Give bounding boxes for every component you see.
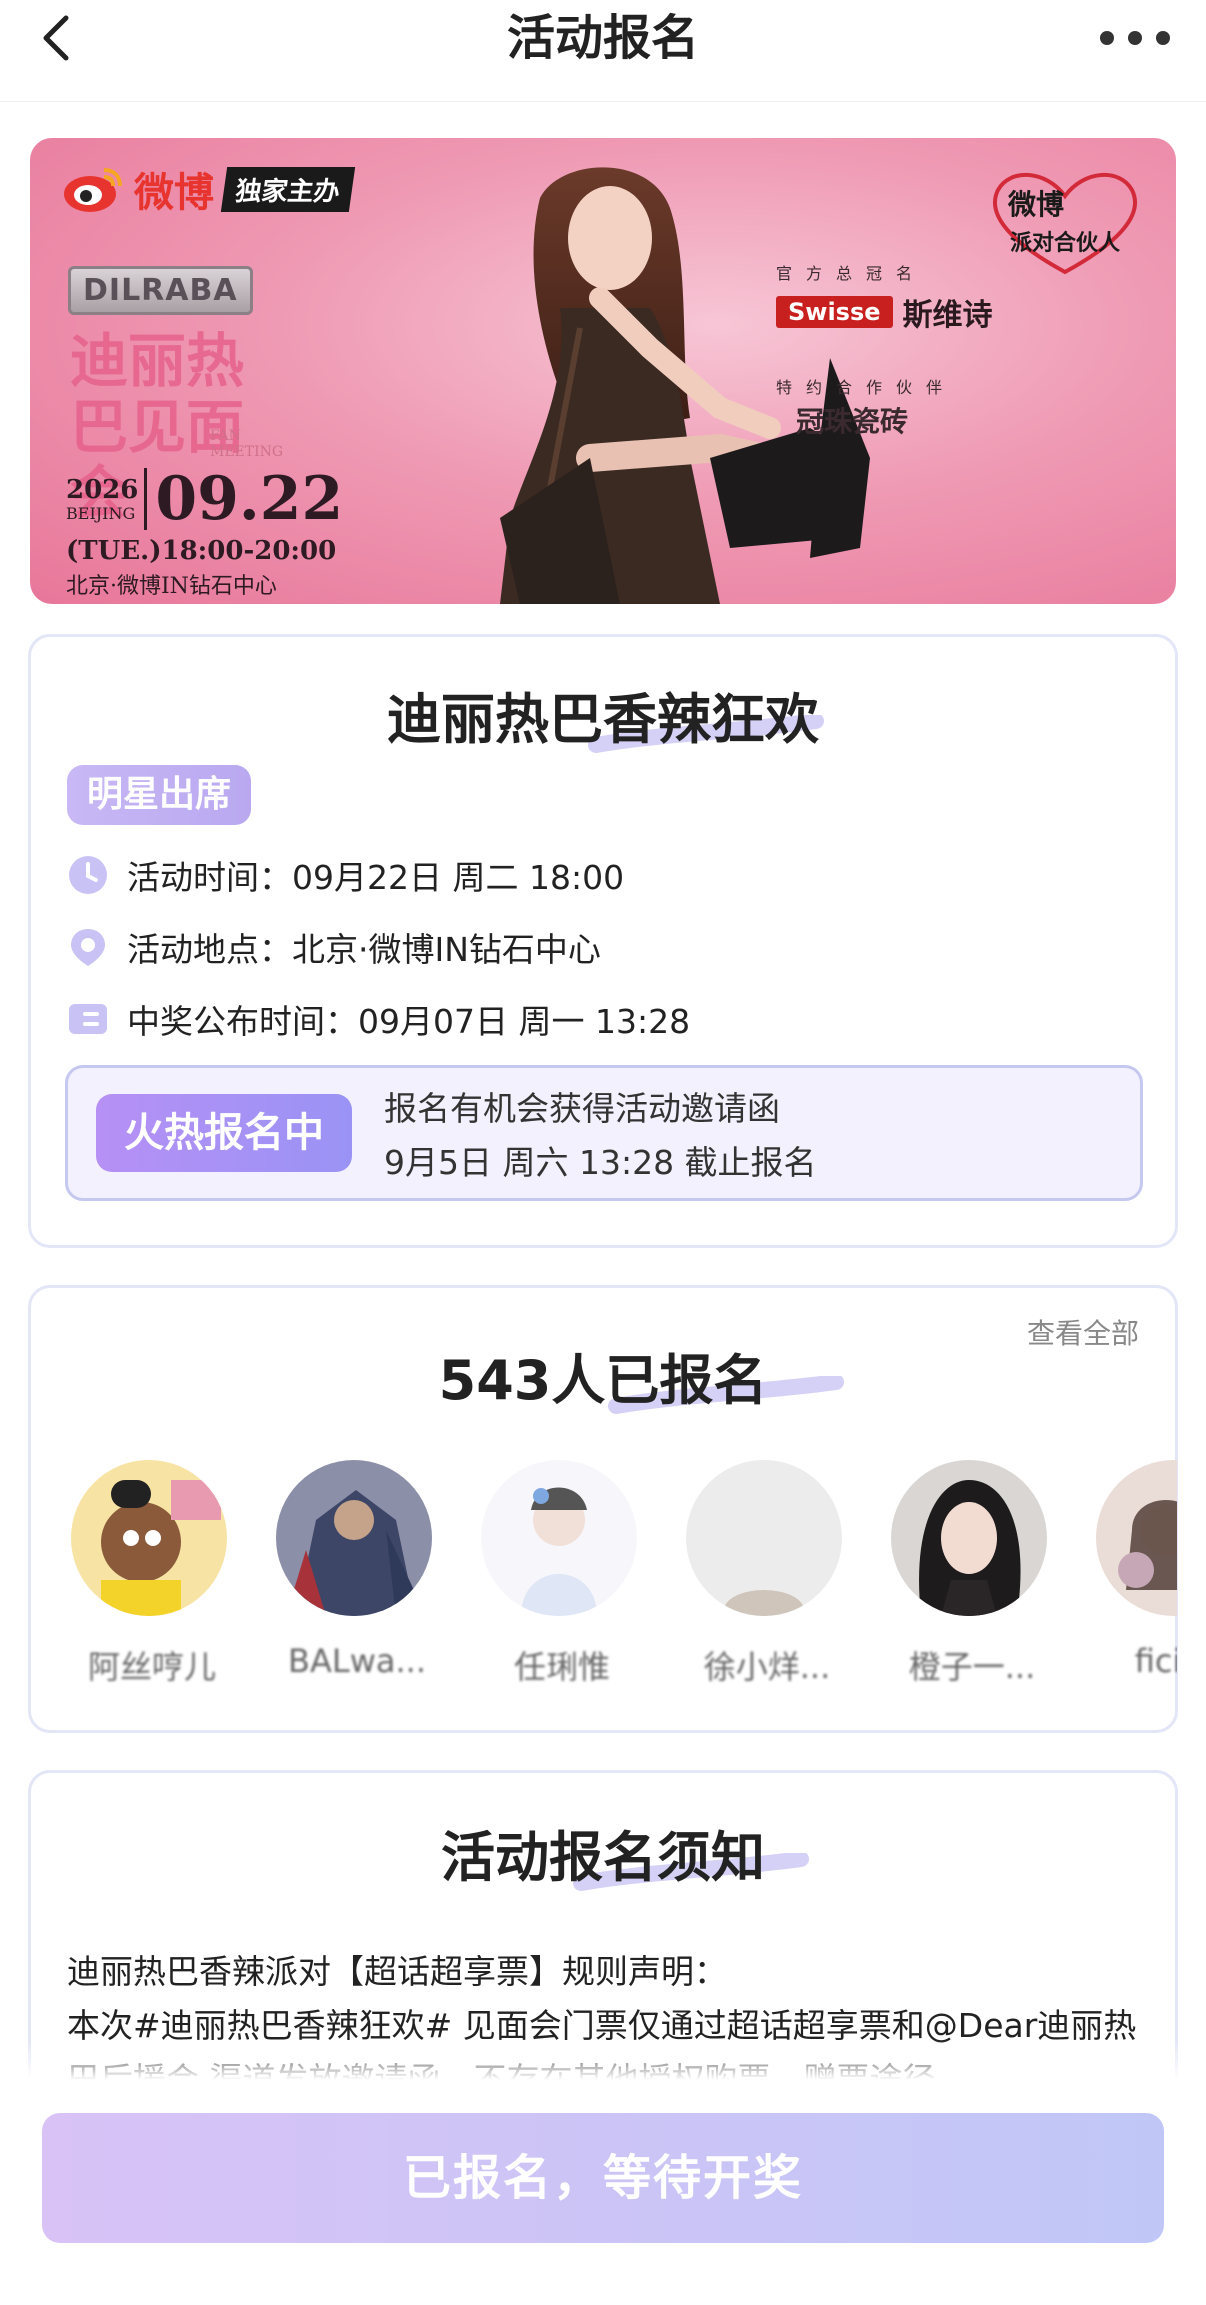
signup-status-line1: 报名有机会获得活动邀请函: [384, 1089, 780, 1128]
fan-meeting-subtitle: FAN MEETING: [210, 428, 284, 460]
avatar[interactable]: [1096, 1460, 1177, 1616]
artist-logo: DILRABA: [68, 266, 253, 315]
location-pin-icon: [71, 929, 105, 966]
event-time-row: 活动时间：09月22日 周二 18:00: [67, 851, 624, 899]
avatar[interactable]: [276, 1460, 432, 1616]
clock-icon: [69, 856, 107, 894]
event-date-block: 2026 BEIJING 09.22: [66, 468, 343, 530]
event-title-text: 迪丽热巴香辣狂欢: [387, 688, 819, 751]
signup-status-text: 报名有机会获得活动邀请函 9月5日 周六 13:28 截止报名: [384, 1082, 817, 1190]
user-avatar-item[interactable]: 橙子一...: [887, 1460, 1057, 1688]
sponsor-label: 官方总冠名: [776, 264, 927, 283]
notice-line: 迪丽热巴香辣派对【超话超享票】规则声明：: [67, 1952, 727, 1991]
user-avatar-item[interactable]: 阿丝哼儿: [67, 1460, 237, 1688]
event-info-card: 迪丽热巴香辣狂欢 明星出席 活动时间：09月22日 周二 18:00 活动地点：…: [28, 634, 1178, 1248]
swisse-cn-name: 斯维诗: [902, 298, 993, 333]
event-title: 迪丽热巴香辣狂欢: [31, 675, 1175, 753]
avatar[interactable]: [686, 1460, 842, 1616]
exclusive-host-label: 独家主办: [220, 166, 356, 212]
user-name: 任琍惟: [513, 1648, 610, 1686]
svg-text:微博: 微博: [1007, 188, 1064, 221]
signups-title: 543人已报名: [31, 1336, 1175, 1414]
event-venue: 北京·微博IN钻石中心: [66, 574, 277, 599]
result-time-row: 中奖公布时间：09月07日 周一 13:28: [67, 995, 690, 1043]
top-nav-bar: 活动报名: [0, 0, 1206, 102]
avatar[interactable]: [481, 1460, 637, 1616]
weibo-eye-icon: [64, 168, 122, 212]
user-name: ficinc: [1134, 1642, 1177, 1680]
user-name: 徐小烊...: [703, 1648, 831, 1686]
partner-label: 特约合作伙伴: [776, 378, 957, 397]
bottom-action-bar: 已报名，等待开奖: [0, 2080, 1206, 2305]
signup-status-button[interactable]: 火热报名中: [96, 1094, 352, 1172]
weibo-party-partner-badge: 微博 派对合伙人: [992, 173, 1138, 275]
star-attending-tag: 明星出席: [67, 765, 252, 825]
ticket-icon: [69, 1004, 107, 1034]
registered-waiting-button[interactable]: 已报名，等待开奖: [42, 2113, 1164, 2243]
user-avatar-item[interactable]: 任琍惟: [477, 1460, 647, 1688]
user-avatar-item[interactable]: BALwa...: [272, 1460, 442, 1680]
signups-card: 查看全部 543人已报名 阿丝哼儿 BALwa... 任琍惟 徐小烊... 橙子…: [28, 1285, 1178, 1733]
swisse-brand: Swisse: [776, 296, 893, 328]
user-avatar-item[interactable]: ficinc: [1092, 1460, 1177, 1680]
weibo-logo: 微博 独家主办: [62, 160, 356, 218]
avatar[interactable]: [71, 1460, 227, 1616]
avatar[interactable]: [891, 1460, 1047, 1616]
user-name: 阿丝哼儿: [87, 1648, 216, 1686]
event-city: BEIJING: [66, 503, 136, 523]
more-dots-icon[interactable]: [1100, 22, 1170, 54]
event-banner: 微博 独家主办 DILRABA 迪丽热巴见面会 FAN MEETING 2026…: [30, 138, 1176, 604]
weibo-logo-text: 微博: [134, 169, 214, 216]
sponsor-logo: Swisse 斯维诗: [776, 290, 993, 334]
event-time: (TUE.)18:00-20:00: [66, 536, 337, 566]
event-month-day: 09.22: [144, 468, 343, 530]
result-time-text: 中奖公布时间：09月07日 周一 13:28: [127, 1002, 691, 1041]
avatar-list: 阿丝哼儿 BALwa... 任琍惟 徐小烊... 橙子一... fic: [67, 1460, 1177, 1700]
event-year: 2026: [66, 474, 139, 505]
event-location-text: 活动地点：北京·微博IN钻石中心: [127, 930, 601, 969]
user-name: 橙子一...: [908, 1648, 1036, 1686]
page-title: 活动报名: [506, 10, 699, 66]
svg-text:派对合伙人: 派对合伙人: [1010, 230, 1120, 256]
partner-brand: 冠珠瓷砖: [796, 405, 909, 438]
event-time-text: 活动时间：09月22日 周二 18:00: [127, 858, 625, 897]
signup-deadline: 9月5日 周六 13:28 截止报名: [384, 1143, 817, 1182]
user-name: BALwa...: [288, 1642, 426, 1680]
event-location-row: 活动地点：北京·微博IN钻石中心: [67, 923, 601, 971]
bottom-fade: [0, 2040, 1206, 2080]
user-avatar-item[interactable]: 徐小烊...: [682, 1460, 852, 1688]
notice-title-text: 活动报名须知: [441, 1826, 765, 1889]
signup-status-box: 火热报名中 报名有机会获得活动邀请函 9月5日 周六 13:28 截止报名: [65, 1065, 1143, 1201]
signups-count-text: 543人已报名: [438, 1349, 768, 1412]
notice-title: 活动报名须知: [31, 1813, 1175, 1891]
